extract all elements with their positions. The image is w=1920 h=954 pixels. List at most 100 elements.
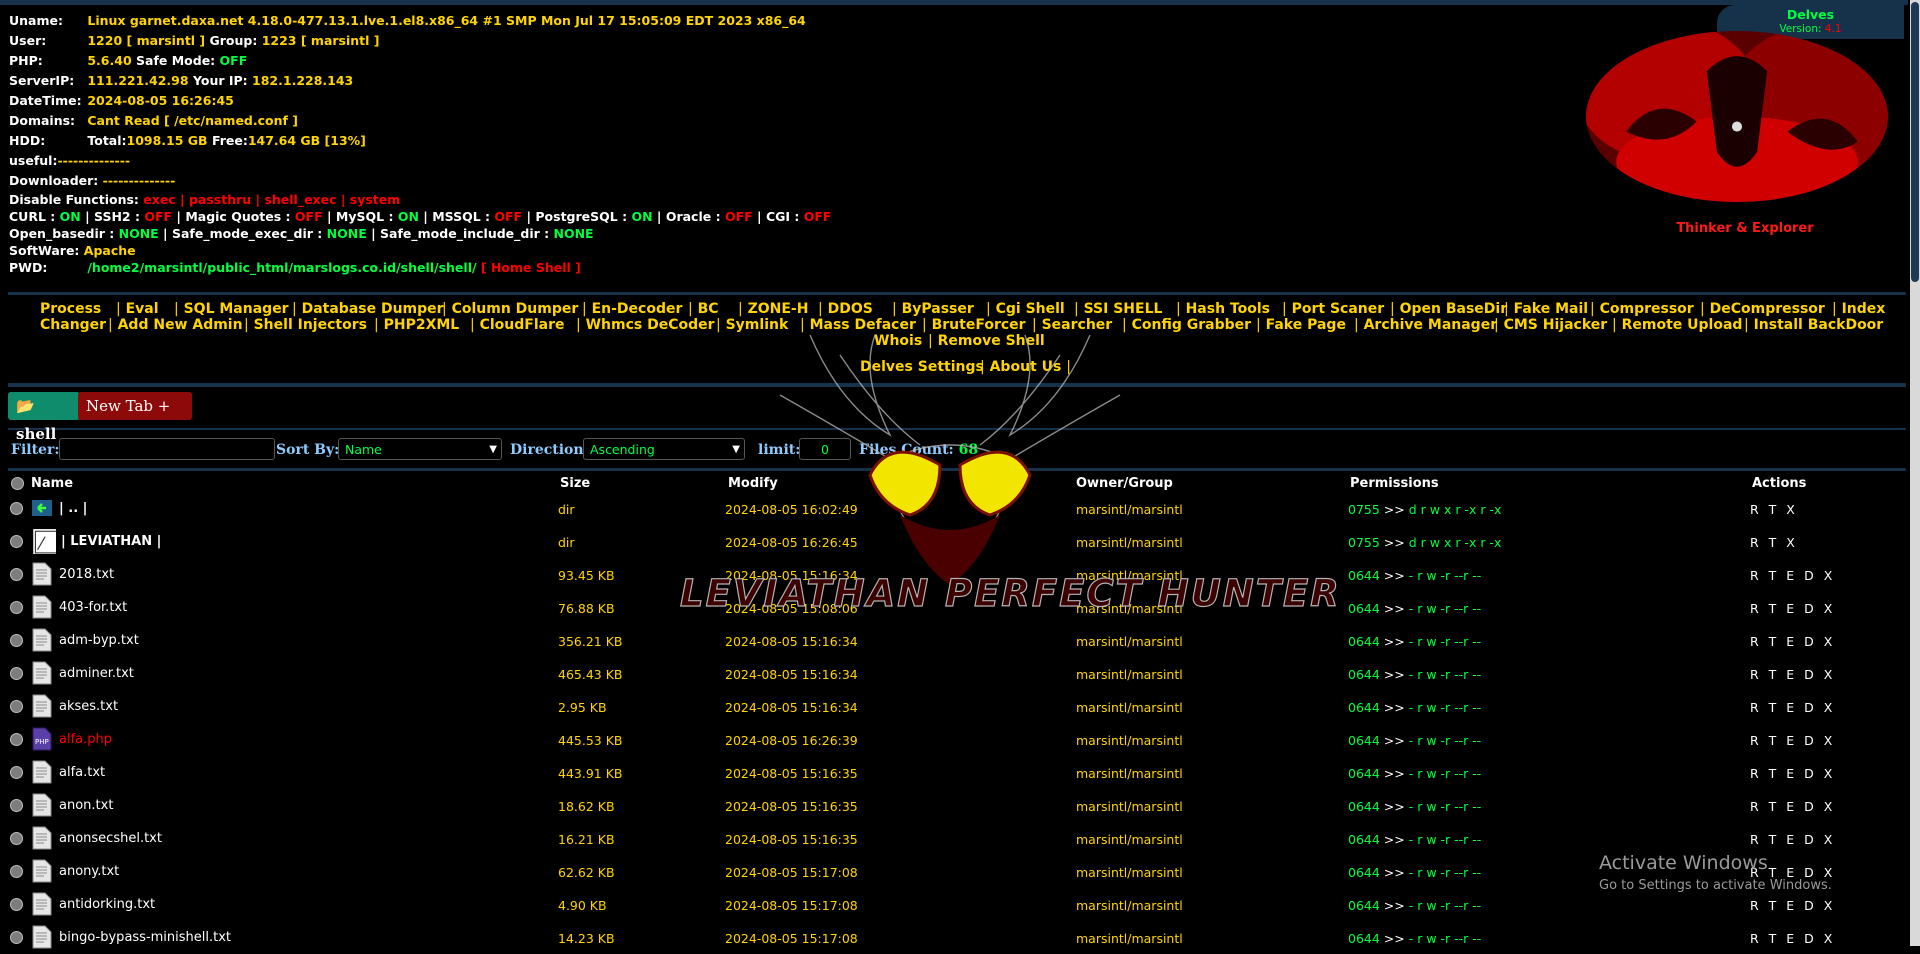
menu-process[interactable]: Process xyxy=(40,301,101,317)
table-row[interactable]: anonsecshel.txt 16.21 KB 2024-08-05 15:1… xyxy=(8,822,1906,855)
sort-by-select[interactable]: Name ▼ xyxy=(338,438,502,460)
table-row[interactable]: | .. | dir 2024-08-05 16:02:49 marsintl/… xyxy=(8,492,1906,525)
menu-config-grabber[interactable]: | Config Grabber xyxy=(1122,317,1251,333)
col-owner-group[interactable]: Owner/Group xyxy=(1076,476,1173,491)
file-modified[interactable]: 2024-08-05 15:16:35 xyxy=(725,799,858,814)
menu-remote-upload[interactable]: | Remote Upload xyxy=(1612,317,1742,333)
file-name-link[interactable]: akses.txt xyxy=(59,699,118,714)
row-actions[interactable]: R T E D X xyxy=(1750,700,1835,715)
file-permissions[interactable]: 0644 >> - r w -r --r -- xyxy=(1348,568,1481,583)
row-radio[interactable] xyxy=(10,832,23,845)
file-name-link[interactable]: antidorking.txt xyxy=(59,897,155,912)
file-permissions[interactable]: 0644 >> - r w -r --r -- xyxy=(1348,601,1481,616)
file-permissions[interactable]: 0755 >> d r w x r -x r -x xyxy=(1348,535,1501,550)
row-radio[interactable] xyxy=(10,667,23,680)
row-radio[interactable] xyxy=(10,502,23,515)
row-actions[interactable]: R T E D X xyxy=(1750,667,1835,682)
menu-en-decoder[interactable]: | En-Decoder xyxy=(582,301,682,317)
file-modified[interactable]: 2024-08-05 16:02:49 xyxy=(725,502,858,517)
col-size[interactable]: Size xyxy=(560,476,590,491)
menu-changer[interactable]: Changer xyxy=(40,317,106,333)
menu-database-dumper[interactable]: | Database Dumper xyxy=(292,301,444,317)
row-radio[interactable] xyxy=(10,700,23,713)
row-actions[interactable]: R T E D X xyxy=(1750,601,1835,616)
row-radio[interactable] xyxy=(10,601,23,614)
menu-hash-tools[interactable]: | Hash Tools xyxy=(1176,301,1270,317)
menu-about-us[interactable]: | About Us | xyxy=(980,359,1071,375)
menu-whmcs-decoder[interactable]: | Whmcs DeCoder xyxy=(576,317,715,333)
col-name[interactable]: Name xyxy=(31,476,73,491)
menu-fake-mail[interactable]: | Fake Mail xyxy=(1504,301,1588,317)
new-tab-button[interactable]: New Tab + xyxy=(78,392,192,420)
direction-select[interactable]: Ascending ▼ xyxy=(583,438,745,460)
row-radio[interactable] xyxy=(10,733,23,746)
file-name-link[interactable]: alfa.php xyxy=(59,732,112,747)
limit-input[interactable]: 0 xyxy=(799,438,851,460)
file-name-link[interactable]: anonsecshel.txt xyxy=(59,831,162,846)
row-radio[interactable] xyxy=(10,568,23,581)
file-permissions[interactable]: 0644 >> - r w -r --r -- xyxy=(1348,667,1481,682)
menu-symlink[interactable]: | Symlink xyxy=(716,317,788,333)
file-modified[interactable]: 2024-08-05 15:17:08 xyxy=(725,865,858,880)
file-modified[interactable]: 2024-08-05 15:16:35 xyxy=(725,766,858,781)
menu-delves-settings[interactable]: Delves Settings xyxy=(860,359,984,375)
pwd-path-link[interactable]: /home2/marsintl/public_html/marslogs.co.… xyxy=(87,260,476,275)
row-actions[interactable]: R T E D X xyxy=(1750,634,1835,649)
file-name-link[interactable]: adminer.txt xyxy=(59,666,134,681)
file-modified[interactable]: 2024-08-05 15:16:35 xyxy=(725,832,858,847)
row-actions[interactable]: R T E D X xyxy=(1750,931,1835,946)
table-row[interactable]: PHP alfa.php 445.53 KB 2024-08-05 16:26:… xyxy=(8,723,1906,756)
table-row[interactable]: adminer.txt 465.43 KB 2024-08-05 15:16:3… xyxy=(8,657,1906,690)
menu-mass-defacer[interactable]: | Mass Defacer xyxy=(800,317,916,333)
table-row[interactable]: adm-byp.txt 356.21 KB 2024-08-05 15:16:3… xyxy=(8,624,1906,657)
menu-php2xml[interactable]: | PHP2XML xyxy=(374,317,459,333)
file-permissions[interactable]: 0644 >> - r w -r --r -- xyxy=(1348,865,1481,880)
menu-index[interactable]: | Index xyxy=(1832,301,1885,317)
file-permissions[interactable]: 0644 >> - r w -r --r -- xyxy=(1348,898,1481,913)
menu-add-new-admin[interactable]: | Add New Admin xyxy=(108,317,243,333)
back-icon[interactable] xyxy=(32,496,52,520)
menu-compressor[interactable]: | Compressor xyxy=(1590,301,1694,317)
table-row[interactable]: bingo-bypass-minishell.txt 14.23 KB 2024… xyxy=(8,921,1906,954)
filter-input[interactable] xyxy=(59,438,275,460)
row-radio[interactable] xyxy=(10,535,23,548)
row-actions[interactable]: R T E D X xyxy=(1750,568,1835,583)
file-permissions[interactable]: 0644 >> - r w -r --r -- xyxy=(1348,832,1481,847)
file-modified[interactable]: 2024-08-05 15:16:34 xyxy=(725,700,858,715)
file-name-link[interactable]: adm-byp.txt xyxy=(59,633,139,648)
file-name-link[interactable]: | .. | xyxy=(59,501,87,516)
row-actions[interactable]: R T E D X xyxy=(1750,898,1835,913)
menu-eval[interactable]: | Eval xyxy=(116,301,159,317)
file-name-link[interactable]: 403-for.txt xyxy=(59,600,127,615)
table-row[interactable]: | LEVIATHAN | dir 2024-08-05 16:26:45 ma… xyxy=(8,525,1906,558)
menu-open-basedir[interactable]: | Open BaseDir xyxy=(1390,301,1507,317)
file-name-link[interactable]: 2018.txt xyxy=(59,567,114,582)
menu-archive-manager[interactable]: | Archive Manager xyxy=(1354,317,1497,333)
file-modified[interactable]: 2024-08-05 16:26:45 xyxy=(725,535,858,550)
menu-sql-manager[interactable]: | SQL Manager xyxy=(174,301,289,317)
row-actions[interactable]: R T E D X xyxy=(1750,832,1835,847)
file-modified[interactable]: 2024-08-05 16:26:39 xyxy=(725,733,858,748)
menu-zone-h[interactable]: | ZONE-H xyxy=(738,301,808,317)
scrollbar-thumb[interactable] xyxy=(1911,2,1919,282)
col-modify[interactable]: Modify xyxy=(728,476,778,491)
file-permissions[interactable]: 0644 >> - r w -r --r -- xyxy=(1348,733,1481,748)
tab-shell[interactable]: 📂 shell xyxy=(8,392,80,443)
row-actions[interactable]: R T E D X xyxy=(1750,799,1835,814)
file-modified[interactable]: 2024-08-05 15:16:34 xyxy=(725,667,858,682)
file-name-link[interactable]: anon.txt xyxy=(59,798,113,813)
file-permissions[interactable]: 0644 >> - r w -r --r -- xyxy=(1348,799,1481,814)
menu-cgi-shell[interactable]: | Cgi Shell xyxy=(986,301,1065,317)
file-modified[interactable]: 2024-08-05 15:16:34 xyxy=(725,634,858,649)
menu-shell-injectors[interactable]: | Shell Injectors xyxy=(244,317,367,333)
table-row[interactable]: akses.txt 2.95 KB 2024-08-05 15:16:34 ma… xyxy=(8,690,1906,723)
table-row[interactable]: anon.txt 18.62 KB 2024-08-05 15:16:35 ma… xyxy=(8,789,1906,822)
select-all-radio[interactable] xyxy=(11,477,24,490)
file-name-link[interactable]: bingo-bypass-minishell.txt xyxy=(59,930,231,945)
table-row[interactable]: alfa.txt 443.91 KB 2024-08-05 15:16:35 m… xyxy=(8,756,1906,789)
row-actions[interactable]: R T E D X xyxy=(1750,733,1835,748)
menu-bc[interactable]: | BC xyxy=(688,301,719,317)
menu-bruteforcer[interactable]: | BruteForcer xyxy=(922,317,1026,333)
menu-searcher[interactable]: | Searcher xyxy=(1032,317,1112,333)
menu-port-scaner[interactable]: | Port Scaner xyxy=(1282,301,1384,317)
